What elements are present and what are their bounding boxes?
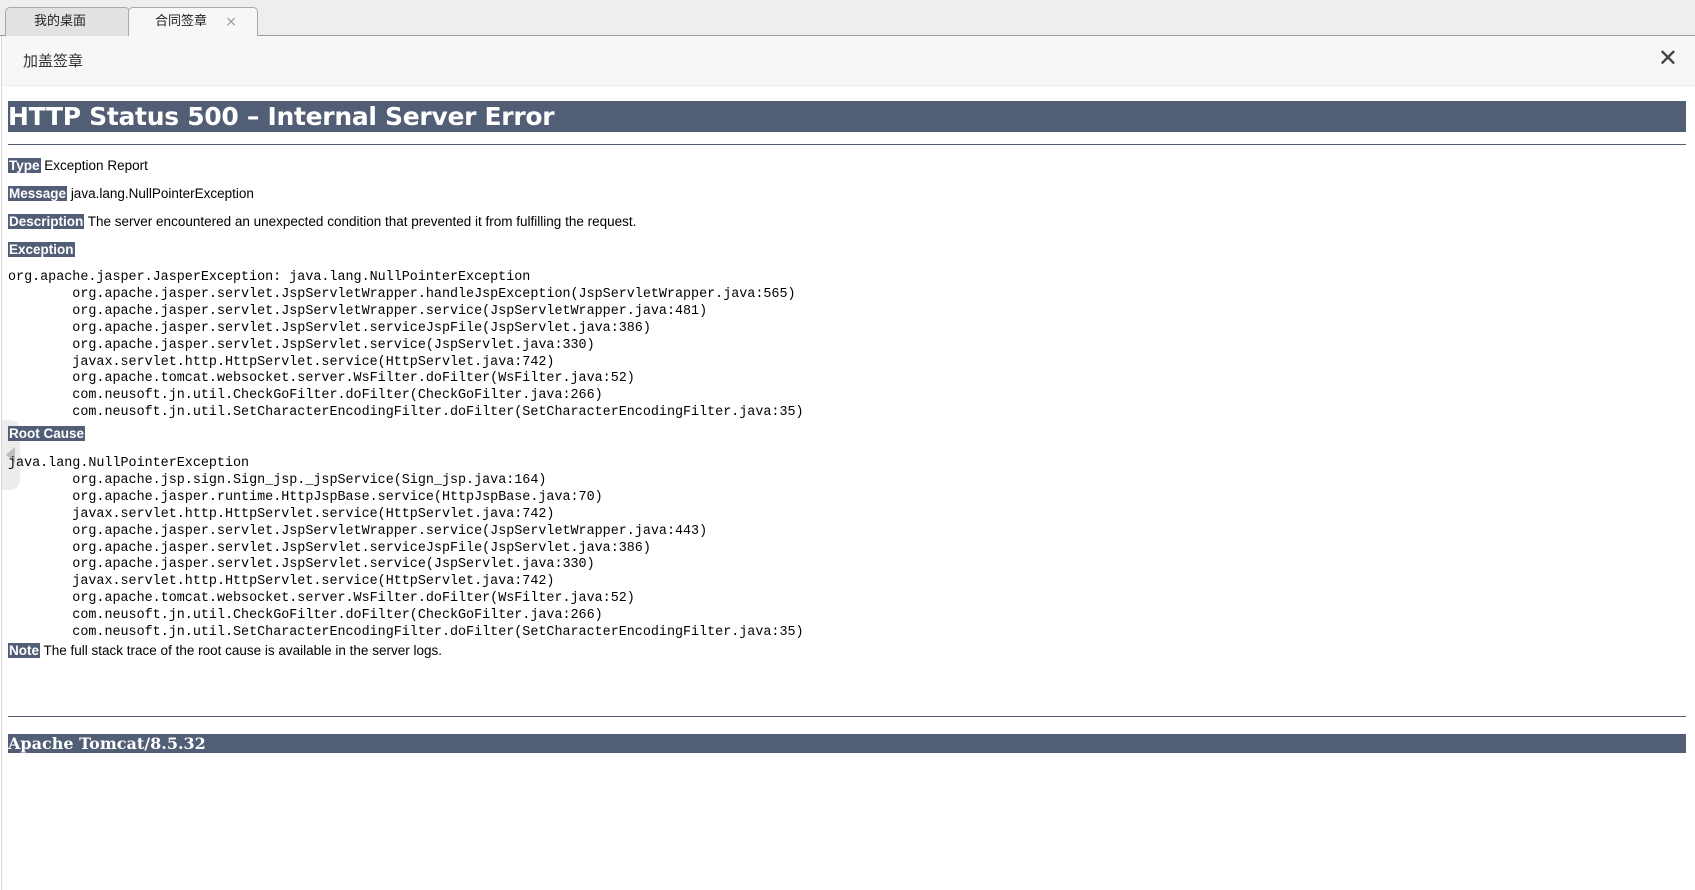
message-label: Message [8, 186, 68, 201]
root-cause-row: Root Cause [8, 426, 86, 441]
message-row: Message java.lang.NullPointerException [8, 186, 254, 201]
server-footer: Apache Tomcat/8.5.32 [8, 734, 1686, 753]
root-cause-label: Root Cause [8, 426, 86, 441]
type-value: Exception Report [44, 158, 148, 173]
tab-my-desktop[interactable]: 我的桌面 [5, 7, 130, 37]
exception-trace: org.apache.jasper.JasperException: java.… [8, 270, 804, 421]
exception-row: Exception [8, 242, 75, 257]
tab-close-icon[interactable]: × [225, 8, 237, 36]
close-icon[interactable]: ✕ [1658, 46, 1678, 70]
panel-title: 加盖签章 [23, 52, 84, 70]
note-label: Note [8, 643, 40, 658]
exception-label: Exception [8, 242, 75, 257]
note-value: The full stack trace of the root cause i… [43, 643, 442, 658]
root-cause-trace: java.lang.NullPointerException org.apach… [8, 456, 804, 641]
tab-label: 合同签章 [155, 14, 208, 29]
note-row: Note The full stack trace of the root ca… [8, 643, 442, 658]
divider [8, 144, 1686, 145]
description-row: Description The server encountered an un… [8, 214, 636, 229]
divider [8, 716, 1686, 717]
type-row: Type Exception Report [8, 158, 148, 173]
panel-header: 加盖签章 ✕ [2, 36, 1695, 86]
type-label: Type [8, 158, 41, 173]
message-value: java.lang.NullPointerException [70, 186, 254, 201]
error-page: HTTP Status 500 – Internal Server Error … [8, 101, 1686, 753]
tab-label: 我的桌面 [34, 14, 87, 29]
description-label: Description [8, 214, 85, 229]
error-heading: HTTP Status 500 – Internal Server Error [8, 101, 1686, 132]
description-value: The server encountered an unexpected con… [87, 214, 637, 229]
tab-bar: 我的桌面 合同签章 × [0, 0, 1695, 38]
tab-contract-signature[interactable]: 合同签章 × [128, 7, 258, 38]
